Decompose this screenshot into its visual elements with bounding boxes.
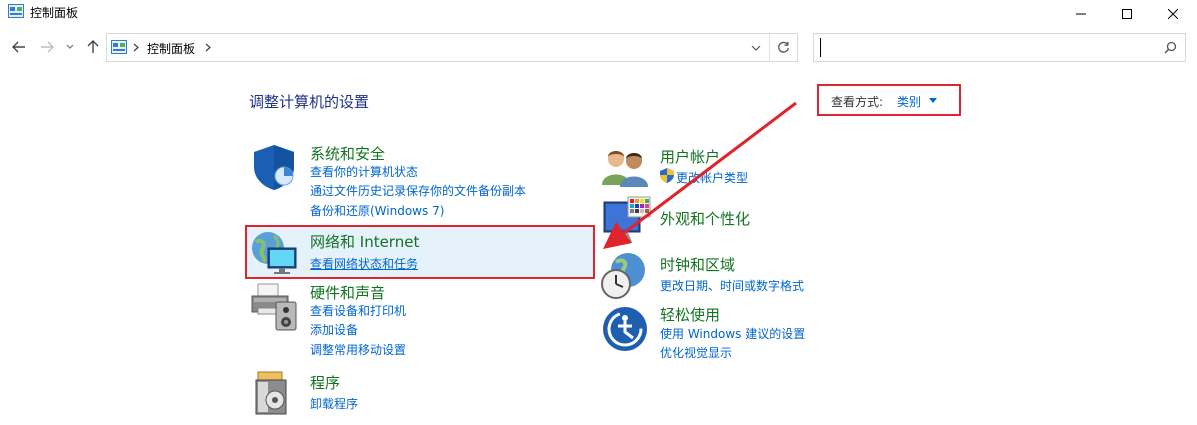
link-network-status-tasks[interactable]: 查看网络状态和任务	[310, 255, 418, 272]
refresh-icon	[778, 41, 789, 53]
chevron-down-icon	[751, 45, 761, 51]
link-add-device[interactable]: 添加设备	[310, 321, 358, 338]
link-file-history-backup[interactable]: 通过文件历史记录保存你的文件备份副本	[310, 182, 526, 199]
close-icon	[1168, 9, 1178, 19]
link-backup-restore[interactable]: 备份和还原(Windows 7)	[310, 202, 444, 219]
title-bar: 控制面板	[0, 0, 1197, 28]
annotation-arrow	[603, 101, 797, 249]
category-user-accounts[interactable]: 用户帐户	[660, 146, 720, 167]
link-change-date-time-format[interactable]: 更改日期、时间或数字格式	[660, 277, 804, 294]
recent-locations-button[interactable]	[62, 37, 78, 57]
ease-of-access-icon[interactable]	[602, 306, 648, 352]
caret-down-icon[interactable]	[929, 98, 937, 103]
category-programs[interactable]: 程序	[310, 372, 340, 393]
link-optimize-visual-display[interactable]: 优化视觉显示	[660, 344, 732, 361]
link-change-account-type[interactable]: 更改帐户类型	[676, 169, 748, 186]
control-panel-icon	[111, 40, 127, 54]
link-devices-printers[interactable]: 查看设备和打印机	[310, 302, 406, 319]
link-uninstall-program[interactable]: 卸载程序	[310, 395, 358, 412]
programs-disc-icon[interactable]	[252, 370, 292, 416]
link-view-computer-status[interactable]: 查看你的计算机状态	[310, 163, 418, 180]
forward-button[interactable]	[37, 37, 57, 57]
printer-speaker-icon[interactable]	[250, 282, 298, 332]
chevron-right-icon[interactable]	[133, 43, 139, 52]
window-title: 控制面板	[30, 6, 79, 20]
arrow-right-icon	[41, 41, 54, 53]
link-mobility-settings[interactable]: 调整常用移动设置	[310, 341, 406, 358]
chevron-right-icon[interactable]	[205, 43, 211, 52]
search-icon[interactable]	[1164, 41, 1177, 54]
category-ease-of-access[interactable]: 轻松使用	[660, 304, 720, 325]
breadcrumb-item[interactable]: 控制面板	[147, 40, 195, 57]
category-network-internet[interactable]: 网络和 Internet	[310, 231, 419, 252]
control-panel-icon	[8, 4, 24, 18]
category-hardware-sound[interactable]: 硬件和声音	[310, 282, 385, 303]
address-history-button[interactable]	[743, 34, 769, 61]
view-by-dropdown[interactable]: 类别	[897, 93, 921, 110]
maximize-button[interactable]	[1104, 0, 1150, 28]
category-clock-region[interactable]: 时钟和区域	[660, 254, 735, 275]
chevron-down-icon	[66, 44, 74, 49]
link-windows-suggested-settings[interactable]: 使用 Windows 建议的设置	[660, 325, 805, 342]
view-by-control: 查看方式: 类别	[817, 84, 961, 116]
page-title: 调整计算机的设置	[249, 93, 370, 111]
shield-icon[interactable]	[250, 143, 298, 191]
back-button[interactable]	[9, 37, 29, 57]
clock-globe-icon[interactable]	[600, 252, 648, 300]
search-input[interactable]	[820, 38, 1150, 57]
personalization-monitor-icon[interactable]	[602, 196, 652, 244]
arrow-up-icon	[87, 40, 99, 53]
refresh-button[interactable]	[769, 34, 797, 61]
address-bar[interactable]: 控制面板	[106, 33, 798, 62]
arrow-left-icon	[12, 41, 25, 53]
category-appearance-personalization[interactable]: 外观和个性化	[660, 208, 750, 229]
network-globe-icon[interactable]	[250, 230, 298, 276]
user-accounts-icon[interactable]	[602, 147, 652, 187]
search-box[interactable]	[813, 33, 1186, 62]
close-button[interactable]	[1150, 0, 1196, 28]
up-button[interactable]	[83, 37, 103, 57]
category-system-security[interactable]: 系统和安全	[310, 143, 385, 164]
uac-shield-icon	[660, 168, 674, 183]
maximize-icon	[1122, 9, 1132, 19]
view-by-label: 查看方式:	[831, 95, 884, 109]
minimize-button[interactable]	[1058, 0, 1104, 28]
minimize-icon	[1076, 13, 1086, 15]
